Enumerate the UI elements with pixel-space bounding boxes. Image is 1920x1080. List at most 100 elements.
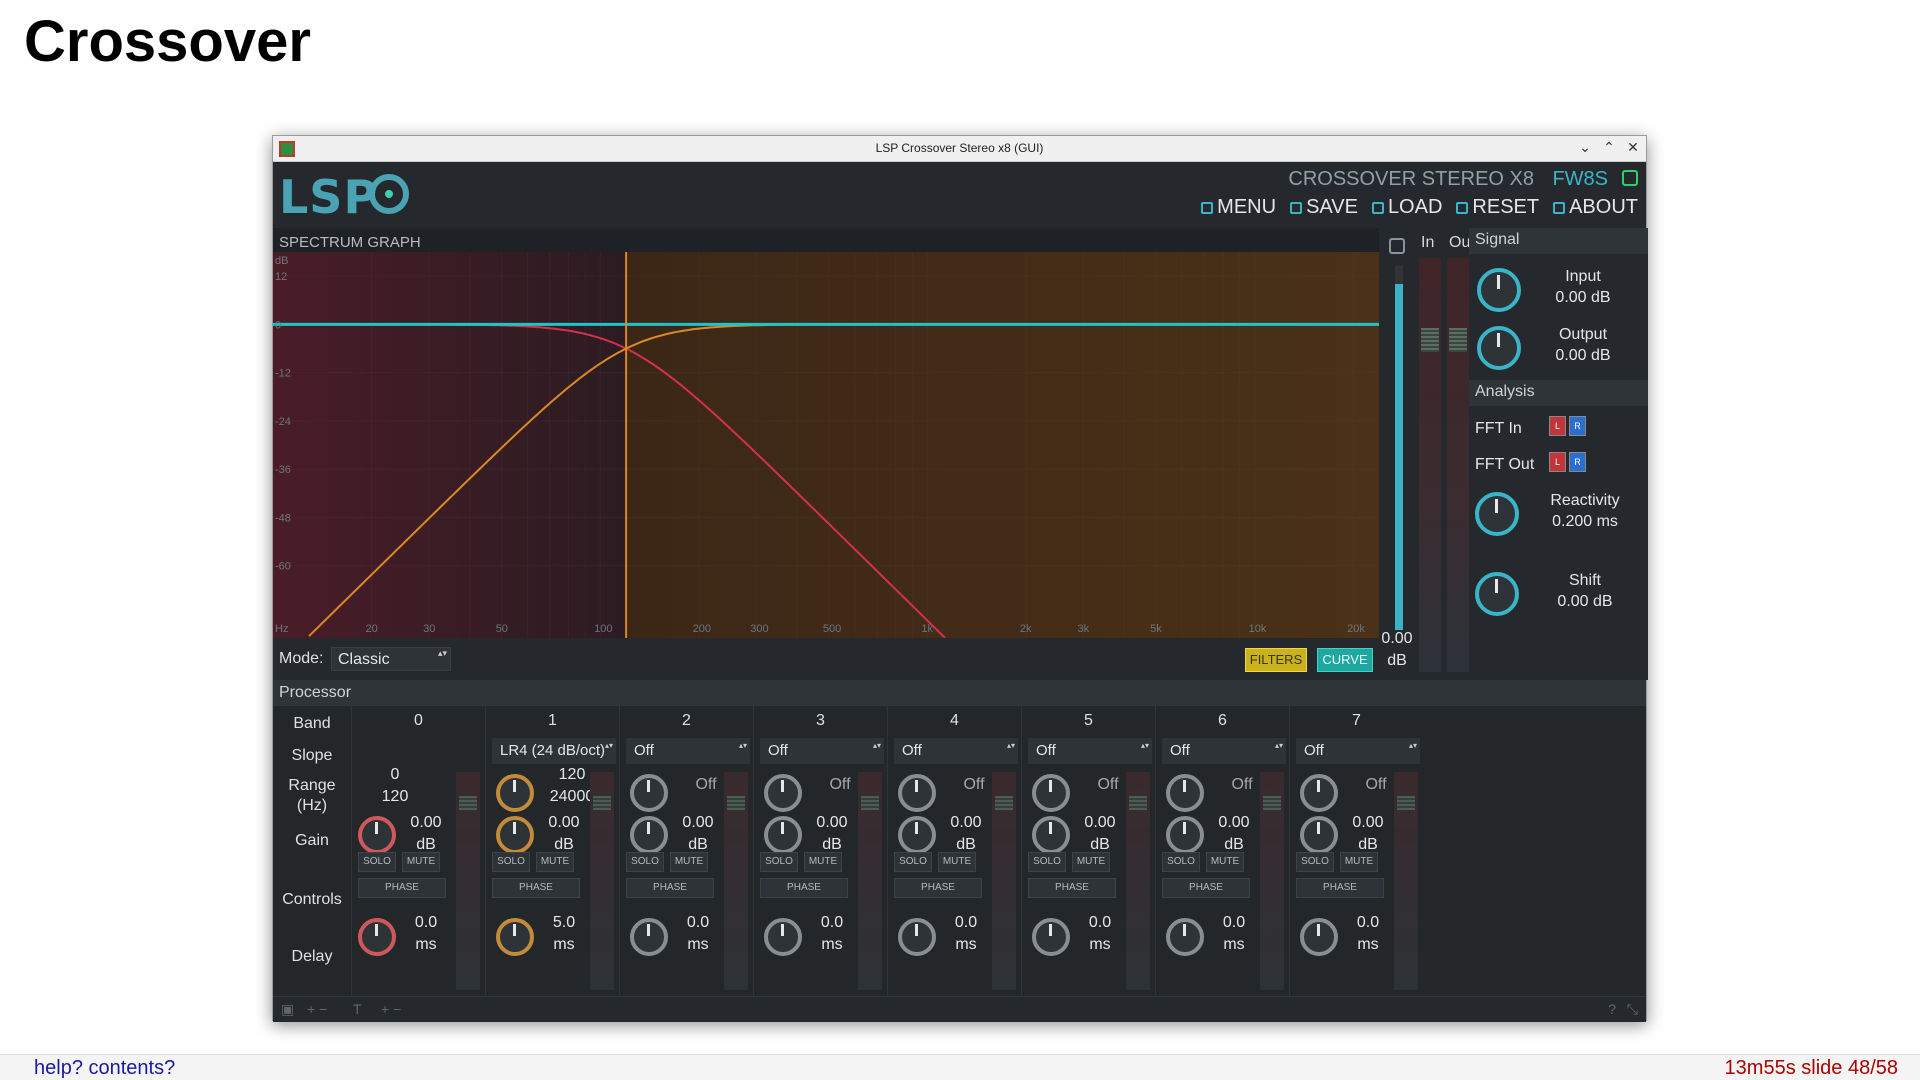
slope-select[interactable]: Off bbox=[1296, 738, 1420, 764]
mute-button[interactable]: MUTE bbox=[1340, 852, 1378, 872]
range-knob[interactable] bbox=[898, 774, 936, 812]
fft-in-r-toggle[interactable]: R bbox=[1569, 416, 1586, 436]
fft-out-l-toggle[interactable]: L bbox=[1549, 452, 1566, 472]
solo-button[interactable]: SOLO bbox=[626, 852, 664, 872]
gain-row-label: Gain bbox=[295, 832, 329, 849]
mute-button[interactable]: MUTE bbox=[804, 852, 842, 872]
signal-section-title: Signal bbox=[1469, 228, 1648, 254]
mute-button[interactable]: MUTE bbox=[670, 852, 708, 872]
phase-button[interactable]: PHASE bbox=[626, 878, 714, 898]
delay-knob[interactable] bbox=[496, 918, 534, 956]
band-number: 5 bbox=[1084, 712, 1093, 729]
fft-out-r-toggle[interactable]: R bbox=[1569, 452, 1586, 472]
mute-button[interactable]: MUTE bbox=[1072, 852, 1110, 872]
delay-value: 5.0 ms bbox=[552, 914, 576, 953]
delay-knob[interactable] bbox=[1032, 918, 1070, 956]
layout-icon[interactable]: ▣ bbox=[281, 1001, 294, 1018]
text-zoom-icon[interactable]: + − bbox=[381, 1001, 401, 1017]
delay-knob[interactable] bbox=[358, 918, 396, 956]
zoom-in-out-icon[interactable]: + − bbox=[307, 1001, 327, 1017]
range-knob[interactable] bbox=[1032, 774, 1070, 812]
delay-knob[interactable] bbox=[1300, 918, 1338, 956]
mode-select[interactable]: Classic bbox=[331, 647, 451, 671]
help-icon[interactable]: ? bbox=[1608, 1001, 1616, 1017]
range-knob[interactable] bbox=[1166, 774, 1204, 812]
phase-button[interactable]: PHASE bbox=[1162, 878, 1250, 898]
filters-button[interactable]: FILTERS bbox=[1245, 648, 1307, 672]
x-tick-label: 1k bbox=[921, 623, 933, 635]
range-knob[interactable] bbox=[764, 774, 802, 812]
gain-knob[interactable] bbox=[630, 816, 668, 854]
spectrum-graph-label: SPECTRUM GRAPH bbox=[279, 234, 421, 251]
gain-knob[interactable] bbox=[1300, 816, 1338, 854]
text-size-icon[interactable]: T bbox=[353, 1001, 362, 1017]
output-knob[interactable] bbox=[1477, 326, 1521, 370]
mute-button[interactable]: MUTE bbox=[536, 852, 574, 872]
band-column-3: 3OffOff0.00dBSOLOMUTEPHASE0.0ms bbox=[753, 706, 887, 996]
delay-knob[interactable] bbox=[898, 918, 936, 956]
gain-value: 0.00 dB bbox=[1218, 814, 1250, 853]
band-number: 1 bbox=[548, 712, 557, 729]
reset-button[interactable]: RESET bbox=[1456, 196, 1539, 219]
slope-select[interactable]: LR4 (24 dB/oct) bbox=[492, 738, 616, 764]
curve-button[interactable]: CURVE bbox=[1317, 648, 1373, 672]
shift-knob[interactable] bbox=[1475, 572, 1519, 616]
band-level-meter bbox=[590, 772, 614, 990]
gain-knob[interactable] bbox=[496, 816, 534, 854]
fft-in-l-toggle[interactable]: L bbox=[1549, 416, 1566, 436]
phase-button[interactable]: PHASE bbox=[492, 878, 580, 898]
x-tick-label: 20 bbox=[365, 623, 377, 635]
phase-button[interactable]: PHASE bbox=[1028, 878, 1116, 898]
delay-knob[interactable] bbox=[764, 918, 802, 956]
slope-select[interactable]: Off bbox=[626, 738, 750, 764]
range-knob[interactable] bbox=[1300, 774, 1338, 812]
power-icon[interactable] bbox=[1622, 170, 1638, 186]
reactivity-knob[interactable] bbox=[1475, 492, 1519, 536]
save-button[interactable]: SAVE bbox=[1290, 196, 1358, 219]
slope-select[interactable]: Off bbox=[1028, 738, 1152, 764]
solo-button[interactable]: SOLO bbox=[760, 852, 798, 872]
spectrum-graph[interactable]: 12 0 -12 -24 -36 -48 -60 dB 20 30 50 100 200 300 500 1k… bbox=[273, 252, 1379, 638]
solo-button[interactable]: SOLO bbox=[1296, 852, 1334, 872]
about-button[interactable]: ABOUT bbox=[1553, 196, 1638, 219]
close-icon[interactable]: ✕ bbox=[1626, 139, 1640, 156]
zoom-icon[interactable] bbox=[1389, 238, 1405, 254]
phase-button[interactable]: PHASE bbox=[894, 878, 982, 898]
maximize-icon[interactable]: ⌃ bbox=[1602, 139, 1616, 156]
solo-button[interactable]: SOLO bbox=[894, 852, 932, 872]
solo-button[interactable]: SOLO bbox=[358, 852, 396, 872]
minimize-icon[interactable]: ⌄ bbox=[1578, 139, 1592, 156]
zoom-slider[interactable] bbox=[1395, 266, 1403, 630]
slope-select[interactable]: Off bbox=[760, 738, 884, 764]
mute-button[interactable]: MUTE bbox=[938, 852, 976, 872]
menu-icon bbox=[1201, 201, 1214, 214]
phase-button[interactable]: PHASE bbox=[1296, 878, 1384, 898]
delay-knob[interactable] bbox=[630, 918, 668, 956]
menu-button[interactable]: MENU bbox=[1201, 196, 1276, 219]
spectrum-graph-svg[interactable]: 12 0 -12 -24 -36 -48 -60 dB 20 30 50 100 200 300 500 1k… bbox=[273, 252, 1379, 638]
slope-select[interactable]: Off bbox=[894, 738, 1018, 764]
gain-knob[interactable] bbox=[1032, 816, 1070, 854]
gain-knob[interactable] bbox=[898, 816, 936, 854]
phase-button[interactable]: PHASE bbox=[358, 878, 446, 898]
mute-button[interactable]: MUTE bbox=[1206, 852, 1244, 872]
delay-knob[interactable] bbox=[1166, 918, 1204, 956]
range-knob[interactable] bbox=[496, 774, 534, 812]
input-knob[interactable] bbox=[1477, 268, 1521, 312]
phase-button[interactable]: PHASE bbox=[760, 878, 848, 898]
slope-select[interactable]: Off bbox=[1162, 738, 1286, 764]
mute-button[interactable]: MUTE bbox=[402, 852, 440, 872]
solo-button[interactable]: SOLO bbox=[1162, 852, 1200, 872]
resize-icon[interactable]: ⤡ bbox=[1627, 1001, 1638, 1018]
solo-button[interactable]: SOLO bbox=[1028, 852, 1066, 872]
solo-button[interactable]: SOLO bbox=[492, 852, 530, 872]
window-titlebar[interactable]: LSP Crossover Stereo x8 (GUI) ⌄ ⌃ ✕ bbox=[273, 136, 1646, 162]
load-button[interactable]: LOAD bbox=[1371, 196, 1442, 219]
gain-knob[interactable] bbox=[764, 816, 802, 854]
gain-knob[interactable] bbox=[358, 816, 396, 854]
processor-section-title: Processor bbox=[273, 680, 1646, 706]
y-tick-label: -24 bbox=[275, 416, 291, 428]
range-knob[interactable] bbox=[630, 774, 668, 812]
gain-knob[interactable] bbox=[1166, 816, 1204, 854]
help-link[interactable]: help? contents? bbox=[34, 1057, 175, 1080]
